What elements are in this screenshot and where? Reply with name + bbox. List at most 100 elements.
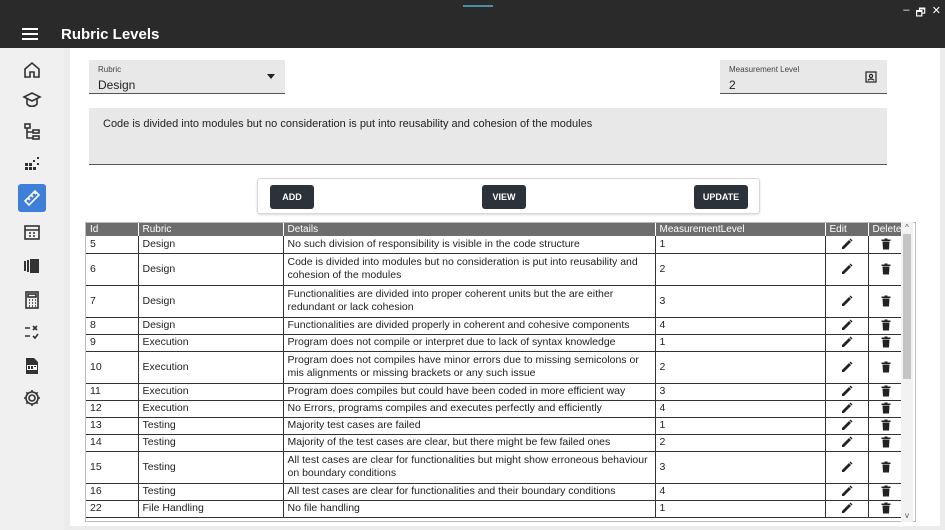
row-level: 2: [655, 253, 826, 286]
row-level: 4: [655, 400, 826, 418]
calendar-icon[interactable]: [18, 218, 46, 246]
table-row[interactable]: 8 Design Functionalities are divided prope…: [86, 317, 905, 335]
delete-icon[interactable]: [868, 434, 905, 452]
ruler-icon[interactable]: [18, 184, 46, 212]
restore-icon[interactable]: 🗗: [915, 4, 925, 23]
delete-icon[interactable]: [868, 236, 905, 254]
table-row[interactable]: 14 Testing Majority of the test cases are …: [86, 434, 905, 452]
minimize-icon[interactable]: –: [903, 4, 909, 23]
scatter-icon[interactable]: [18, 150, 46, 178]
id-card-icon: [865, 71, 877, 83]
row-rubric: File Handling: [138, 500, 284, 518]
row-details: No Errors, programs compiles and execute…: [283, 400, 656, 418]
edit-icon[interactable]: [825, 383, 869, 401]
scroll-up-icon[interactable]: ^: [903, 224, 911, 232]
sidebar: [0, 48, 64, 530]
calculator-icon[interactable]: [18, 286, 46, 314]
edit-icon[interactable]: [825, 451, 869, 484]
row-id: 10: [86, 351, 139, 384]
row-details: Majority test cases are failed: [283, 417, 656, 435]
table-row[interactable]: 15 Testing All test cases are clear for fu…: [86, 451, 905, 484]
table-row[interactable]: 10 Execution Program does not compiles hav…: [86, 351, 905, 384]
pdf-icon[interactable]: [18, 352, 46, 380]
row-id: 11: [86, 383, 139, 401]
row-level: 4: [655, 317, 826, 335]
rubric-select[interactable]: Rubric Design: [89, 60, 285, 94]
row-rubric: Testing: [138, 451, 284, 484]
table-row[interactable]: 12 Execution No Errors, programs compiles …: [86, 400, 905, 418]
measurement-level-field[interactable]: Measurement Level 2: [720, 60, 887, 94]
close-icon[interactable]: ✕: [932, 4, 941, 23]
edit-icon[interactable]: [825, 434, 869, 452]
gear-icon[interactable]: [18, 384, 46, 412]
row-rubric: Design: [138, 253, 284, 286]
edit-icon[interactable]: [825, 483, 869, 501]
column-header[interactable]: Delete: [868, 223, 905, 236]
column-header[interactable]: Id: [86, 223, 139, 236]
table-row[interactable]: 5 Design No such division of responsibilit…: [86, 236, 905, 254]
row-rubric: Testing: [138, 434, 284, 452]
edit-icon[interactable]: [825, 417, 869, 435]
delete-icon[interactable]: [868, 253, 905, 286]
details-textarea[interactable]: Code is divided into modules but no cons…: [89, 108, 887, 165]
row-details: Program does not compiles have minor err…: [283, 351, 656, 384]
row-id: 6: [86, 253, 139, 286]
row-details: All test cases are clear for functionali…: [283, 451, 656, 484]
update-button[interactable]: UPDATE: [694, 185, 748, 209]
column-header[interactable]: Rubric: [138, 223, 284, 236]
view-button[interactable]: VIEW: [482, 185, 526, 209]
delete-icon[interactable]: [868, 417, 905, 435]
delete-icon[interactable]: [868, 451, 905, 484]
row-id: 16: [86, 483, 139, 501]
table-row[interactable]: 11 Execution Program does compiles but cou…: [86, 383, 905, 401]
table-row[interactable]: 16 Testing All test cases are clear for fu…: [86, 483, 905, 501]
delete-icon[interactable]: [868, 500, 905, 518]
delete-icon[interactable]: [868, 317, 905, 335]
column-header[interactable]: MeasurementLevel: [655, 223, 826, 236]
row-rubric: Testing: [138, 417, 284, 435]
row-rubric: Design: [138, 317, 284, 335]
home-icon[interactable]: [18, 56, 46, 84]
row-level: 3: [655, 285, 826, 318]
edit-icon[interactable]: [825, 253, 869, 286]
delete-icon[interactable]: [868, 400, 905, 418]
delete-icon[interactable]: [868, 483, 905, 501]
edit-icon[interactable]: [825, 317, 869, 335]
graduation-cap-icon[interactable]: [18, 86, 46, 114]
table-row[interactable]: 13 Testing Majority test cases are failed 1: [86, 417, 905, 435]
delete-icon[interactable]: [868, 334, 905, 352]
edit-icon[interactable]: [825, 236, 869, 254]
row-details: Functionalities are divided properly in …: [283, 317, 656, 335]
edit-icon[interactable]: [825, 400, 869, 418]
edit-icon[interactable]: [825, 351, 869, 384]
title-accent: [463, 5, 493, 7]
table-row[interactable]: 7 Design Functionalities are divided into …: [86, 285, 905, 318]
scroll-down-icon[interactable]: v: [903, 512, 911, 520]
row-details: Program does compiles but could have bee…: [283, 383, 656, 401]
cards-icon[interactable]: [18, 252, 46, 280]
row-id: 12: [86, 400, 139, 418]
table-scrollbar[interactable]: ^ v: [901, 222, 913, 522]
row-rubric: Execution: [138, 400, 284, 418]
table-row[interactable]: 6 Design Code is divided into modules but …: [86, 253, 905, 286]
add-button[interactable]: ADD: [270, 185, 314, 209]
measurement-level-value: 2: [729, 78, 736, 92]
main-content: Rubric Design Measurement Level 2 Code i…: [70, 48, 940, 526]
delete-icon[interactable]: [868, 285, 905, 318]
checklist-icon[interactable]: [18, 318, 46, 346]
delete-icon[interactable]: [868, 383, 905, 401]
details-value: Code is divided into modules but no cons…: [103, 118, 593, 130]
hierarchy-icon[interactable]: [18, 118, 46, 146]
edit-icon[interactable]: [825, 285, 869, 318]
menu-icon[interactable]: [22, 28, 38, 40]
column-header[interactable]: Edit: [825, 223, 869, 236]
scroll-thumb[interactable]: [903, 234, 911, 379]
column-header[interactable]: Details: [283, 223, 656, 236]
edit-icon[interactable]: [825, 500, 869, 518]
row-id: 15: [86, 451, 139, 484]
row-details: All test cases are clear for functionali…: [283, 483, 656, 501]
table-row[interactable]: 22 File Handling No file handling 1: [86, 500, 905, 518]
edit-icon[interactable]: [825, 334, 869, 352]
delete-icon[interactable]: [868, 351, 905, 384]
table-row[interactable]: 9 Execution Program does not compile or in…: [86, 334, 905, 352]
